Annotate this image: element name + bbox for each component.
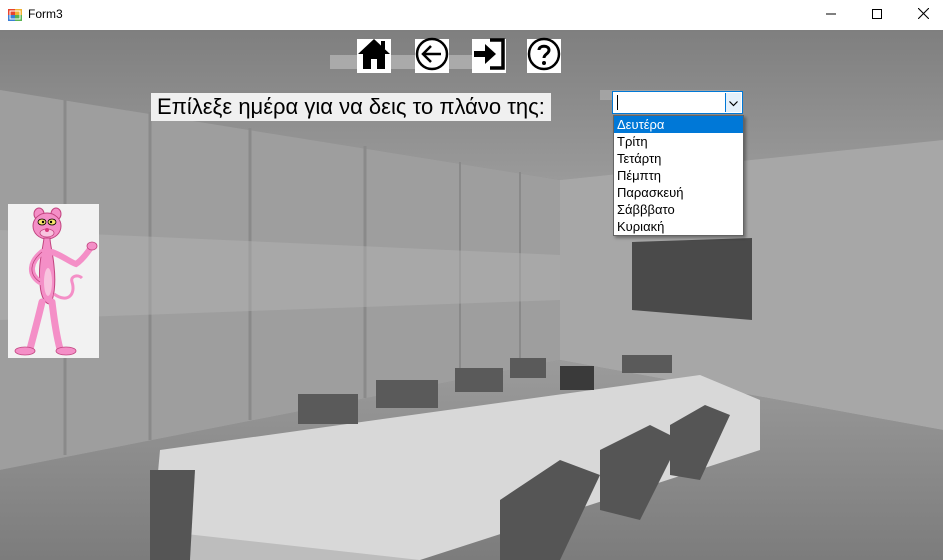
day-option-tuesday[interactable]: Τρίτη (614, 133, 743, 150)
pink-panther-picture (8, 204, 99, 358)
maximize-icon (872, 6, 882, 24)
day-combobox-text[interactable] (616, 94, 721, 111)
sign-in-icon (472, 37, 506, 76)
close-button[interactable] (900, 0, 943, 30)
day-option-sunday[interactable]: Κυριακή (614, 218, 743, 235)
form-client-area: Επίλεξε ημέρα για να δεις το πλάνο της: … (0, 30, 943, 560)
arrow-left-circle-icon (415, 37, 449, 76)
day-combobox[interactable] (612, 91, 743, 114)
day-option-wednesday[interactable]: Τετάρτη (614, 150, 743, 167)
day-option-friday[interactable]: Παρασκευή (614, 184, 743, 201)
help-button[interactable] (527, 37, 561, 76)
day-option-monday[interactable]: Δευτέρα (614, 116, 743, 133)
text-caret (617, 95, 618, 110)
winforms-app-icon (8, 8, 22, 22)
home-icon (357, 37, 391, 76)
question-circle-icon (527, 37, 561, 76)
day-option-thursday[interactable]: Πέμπτη (614, 167, 743, 184)
minimize-button[interactable] (808, 0, 854, 30)
day-option-saturday[interactable]: Σάβββατο (614, 201, 743, 218)
home-button[interactable] (357, 37, 391, 76)
dropdown-button[interactable] (725, 93, 741, 112)
chevron-down-icon (729, 94, 738, 112)
title-bar[interactable]: Form3 (0, 0, 943, 30)
minimize-icon (826, 6, 836, 24)
choose-day-label: Επίλεξε ημέρα για να δεις το πλάνο της: (151, 93, 551, 121)
exit-button[interactable] (472, 37, 506, 76)
back-button[interactable] (415, 37, 449, 76)
maximize-button[interactable] (854, 0, 900, 30)
app-window: Form3 Επίλεξε ημέρα για να δεις το πλάνο… (0, 0, 943, 560)
close-icon (917, 6, 929, 24)
pink-panther-illustration (14, 207, 98, 356)
day-dropdown-list: Δευτέρα Τρίτη Τετάρτη Πέμπτη Παρασκευή Σ… (613, 115, 744, 236)
window-title: Form3 (28, 7, 63, 21)
